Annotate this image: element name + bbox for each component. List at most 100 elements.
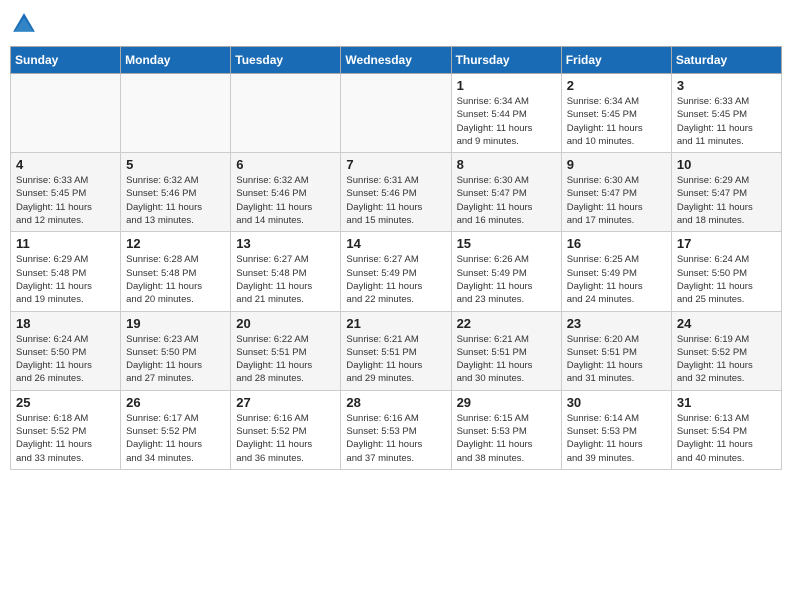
day-info: Sunrise: 6:29 AM Sunset: 5:48 PM Dayligh… bbox=[16, 253, 115, 306]
day-number: 21 bbox=[346, 316, 445, 331]
logo-icon bbox=[10, 10, 38, 38]
day-info: Sunrise: 6:16 AM Sunset: 5:52 PM Dayligh… bbox=[236, 412, 335, 465]
calendar-day-cell: 4 Sunrise: 6:33 AM Sunset: 5:45 PM Daylig… bbox=[11, 153, 121, 232]
day-number: 24 bbox=[677, 316, 776, 331]
day-info: Sunrise: 6:21 AM Sunset: 5:51 PM Dayligh… bbox=[346, 333, 445, 386]
day-info: Sunrise: 6:27 AM Sunset: 5:48 PM Dayligh… bbox=[236, 253, 335, 306]
calendar-week-row: 4 Sunrise: 6:33 AM Sunset: 5:45 PM Daylig… bbox=[11, 153, 782, 232]
calendar-day-cell bbox=[11, 74, 121, 153]
day-number: 28 bbox=[346, 395, 445, 410]
day-info: Sunrise: 6:25 AM Sunset: 5:49 PM Dayligh… bbox=[567, 253, 666, 306]
page-header bbox=[10, 10, 782, 38]
day-number: 5 bbox=[126, 157, 225, 172]
day-number: 4 bbox=[16, 157, 115, 172]
day-number: 6 bbox=[236, 157, 335, 172]
day-info: Sunrise: 6:28 AM Sunset: 5:48 PM Dayligh… bbox=[126, 253, 225, 306]
calendar-day-cell: 18 Sunrise: 6:24 AM Sunset: 5:50 PM Dayli… bbox=[11, 311, 121, 390]
day-number: 1 bbox=[457, 78, 556, 93]
day-info: Sunrise: 6:22 AM Sunset: 5:51 PM Dayligh… bbox=[236, 333, 335, 386]
day-info: Sunrise: 6:18 AM Sunset: 5:52 PM Dayligh… bbox=[16, 412, 115, 465]
calendar-day-cell: 1 Sunrise: 6:34 AM Sunset: 5:44 PM Daylig… bbox=[451, 74, 561, 153]
day-info: Sunrise: 6:13 AM Sunset: 5:54 PM Dayligh… bbox=[677, 412, 776, 465]
calendar-day-cell: 9 Sunrise: 6:30 AM Sunset: 5:47 PM Daylig… bbox=[561, 153, 671, 232]
calendar-day-header: Thursday bbox=[451, 47, 561, 74]
calendar-day-cell: 23Sunrise: 6:20 AM Sunset: 5:51 PM Dayli… bbox=[561, 311, 671, 390]
calendar-day-header: Monday bbox=[121, 47, 231, 74]
calendar-day-cell: 29 Sunrise: 6:15 AM Sunset: 5:53 PM Dayli… bbox=[451, 390, 561, 469]
calendar-day-cell: 27 Sunrise: 6:16 AM Sunset: 5:52 PM Dayli… bbox=[231, 390, 341, 469]
calendar-day-cell: 6 Sunrise: 6:32 AM Sunset: 5:46 PM Daylig… bbox=[231, 153, 341, 232]
day-info: Sunrise: 6:15 AM Sunset: 5:53 PM Dayligh… bbox=[457, 412, 556, 465]
day-number: 22 bbox=[457, 316, 556, 331]
calendar-day-cell: 15 Sunrise: 6:26 AM Sunset: 5:49 PM Dayli… bbox=[451, 232, 561, 311]
calendar-day-cell bbox=[341, 74, 451, 153]
calendar-day-cell: 19 Sunrise: 6:23 AM Sunset: 5:50 PM Dayli… bbox=[121, 311, 231, 390]
day-info: Sunrise: 6:27 AM Sunset: 5:49 PM Dayligh… bbox=[346, 253, 445, 306]
logo bbox=[10, 10, 42, 38]
day-info: Sunrise: 6:34 AM Sunset: 5:44 PM Dayligh… bbox=[457, 95, 556, 148]
calendar-day-header: Friday bbox=[561, 47, 671, 74]
calendar-week-row: 1 Sunrise: 6:34 AM Sunset: 5:44 PM Daylig… bbox=[11, 74, 782, 153]
calendar-day-cell: 2 Sunrise: 6:34 AM Sunset: 5:45 PM Daylig… bbox=[561, 74, 671, 153]
day-info: Sunrise: 6:23 AM Sunset: 5:50 PM Dayligh… bbox=[126, 333, 225, 386]
calendar-day-header: Tuesday bbox=[231, 47, 341, 74]
calendar-day-header: Sunday bbox=[11, 47, 121, 74]
day-number: 12 bbox=[126, 236, 225, 251]
day-number: 10 bbox=[677, 157, 776, 172]
day-info: Sunrise: 6:24 AM Sunset: 5:50 PM Dayligh… bbox=[16, 333, 115, 386]
day-number: 9 bbox=[567, 157, 666, 172]
day-number: 19 bbox=[126, 316, 225, 331]
calendar-day-cell: 21 Sunrise: 6:21 AM Sunset: 5:51 PM Dayli… bbox=[341, 311, 451, 390]
day-info: Sunrise: 6:21 AM Sunset: 5:51 PM Dayligh… bbox=[457, 333, 556, 386]
calendar-day-cell: 25 Sunrise: 6:18 AM Sunset: 5:52 PM Dayli… bbox=[11, 390, 121, 469]
calendar-day-cell: 20 Sunrise: 6:22 AM Sunset: 5:51 PM Dayli… bbox=[231, 311, 341, 390]
calendar-day-cell: 16 Sunrise: 6:25 AM Sunset: 5:49 PM Dayli… bbox=[561, 232, 671, 311]
day-number: 27 bbox=[236, 395, 335, 410]
day-info: Sunrise: 6:20 AM Sunset: 5:51 PM Dayligh… bbox=[567, 333, 666, 386]
day-number: 16 bbox=[567, 236, 666, 251]
day-info: Sunrise: 6:19 AM Sunset: 5:52 PM Dayligh… bbox=[677, 333, 776, 386]
calendar-day-cell: 12 Sunrise: 6:28 AM Sunset: 5:48 PM Dayli… bbox=[121, 232, 231, 311]
calendar-day-cell: 28Sunrise: 6:16 AM Sunset: 5:53 PM Dayli… bbox=[341, 390, 451, 469]
day-number: 18 bbox=[16, 316, 115, 331]
day-info: Sunrise: 6:14 AM Sunset: 5:53 PM Dayligh… bbox=[567, 412, 666, 465]
day-info: Sunrise: 6:29 AM Sunset: 5:47 PM Dayligh… bbox=[677, 174, 776, 227]
calendar-day-cell: 11 Sunrise: 6:29 AM Sunset: 5:48 PM Dayli… bbox=[11, 232, 121, 311]
day-number: 11 bbox=[16, 236, 115, 251]
calendar-day-cell: 13Sunrise: 6:27 AM Sunset: 5:48 PM Dayli… bbox=[231, 232, 341, 311]
calendar-day-cell: 14 Sunrise: 6:27 AM Sunset: 5:49 PM Dayli… bbox=[341, 232, 451, 311]
day-info: Sunrise: 6:26 AM Sunset: 5:49 PM Dayligh… bbox=[457, 253, 556, 306]
calendar-day-header: Wednesday bbox=[341, 47, 451, 74]
day-number: 7 bbox=[346, 157, 445, 172]
day-number: 31 bbox=[677, 395, 776, 410]
day-number: 15 bbox=[457, 236, 556, 251]
day-info: Sunrise: 6:31 AM Sunset: 5:46 PM Dayligh… bbox=[346, 174, 445, 227]
day-number: 2 bbox=[567, 78, 666, 93]
calendar-day-cell: 30Sunrise: 6:14 AM Sunset: 5:53 PM Dayli… bbox=[561, 390, 671, 469]
day-number: 14 bbox=[346, 236, 445, 251]
calendar-day-cell: 3 Sunrise: 6:33 AM Sunset: 5:45 PM Daylig… bbox=[671, 74, 781, 153]
day-info: Sunrise: 6:33 AM Sunset: 5:45 PM Dayligh… bbox=[677, 95, 776, 148]
calendar-week-row: 18 Sunrise: 6:24 AM Sunset: 5:50 PM Dayli… bbox=[11, 311, 782, 390]
calendar-header-row: SundayMondayTuesdayWednesdayThursdayFrid… bbox=[11, 47, 782, 74]
calendar-day-cell: 17Sunrise: 6:24 AM Sunset: 5:50 PM Dayli… bbox=[671, 232, 781, 311]
calendar-day-cell: 10 Sunrise: 6:29 AM Sunset: 5:47 PM Dayli… bbox=[671, 153, 781, 232]
day-info: Sunrise: 6:30 AM Sunset: 5:47 PM Dayligh… bbox=[567, 174, 666, 227]
calendar-table: SundayMondayTuesdayWednesdayThursdayFrid… bbox=[10, 46, 782, 470]
day-number: 29 bbox=[457, 395, 556, 410]
day-info: Sunrise: 6:33 AM Sunset: 5:45 PM Dayligh… bbox=[16, 174, 115, 227]
day-info: Sunrise: 6:30 AM Sunset: 5:47 PM Dayligh… bbox=[457, 174, 556, 227]
calendar-day-cell: 26Sunrise: 6:17 AM Sunset: 5:52 PM Dayli… bbox=[121, 390, 231, 469]
day-number: 25 bbox=[16, 395, 115, 410]
calendar-day-cell: 31 Sunrise: 6:13 AM Sunset: 5:54 PM Dayli… bbox=[671, 390, 781, 469]
calendar-week-row: 11 Sunrise: 6:29 AM Sunset: 5:48 PM Dayli… bbox=[11, 232, 782, 311]
day-info: Sunrise: 6:34 AM Sunset: 5:45 PM Dayligh… bbox=[567, 95, 666, 148]
day-info: Sunrise: 6:32 AM Sunset: 5:46 PM Dayligh… bbox=[236, 174, 335, 227]
day-number: 3 bbox=[677, 78, 776, 93]
day-number: 26 bbox=[126, 395, 225, 410]
day-info: Sunrise: 6:32 AM Sunset: 5:46 PM Dayligh… bbox=[126, 174, 225, 227]
calendar-day-cell bbox=[121, 74, 231, 153]
calendar-day-cell: 5 Sunrise: 6:32 AM Sunset: 5:46 PM Daylig… bbox=[121, 153, 231, 232]
calendar-day-cell bbox=[231, 74, 341, 153]
day-number: 20 bbox=[236, 316, 335, 331]
